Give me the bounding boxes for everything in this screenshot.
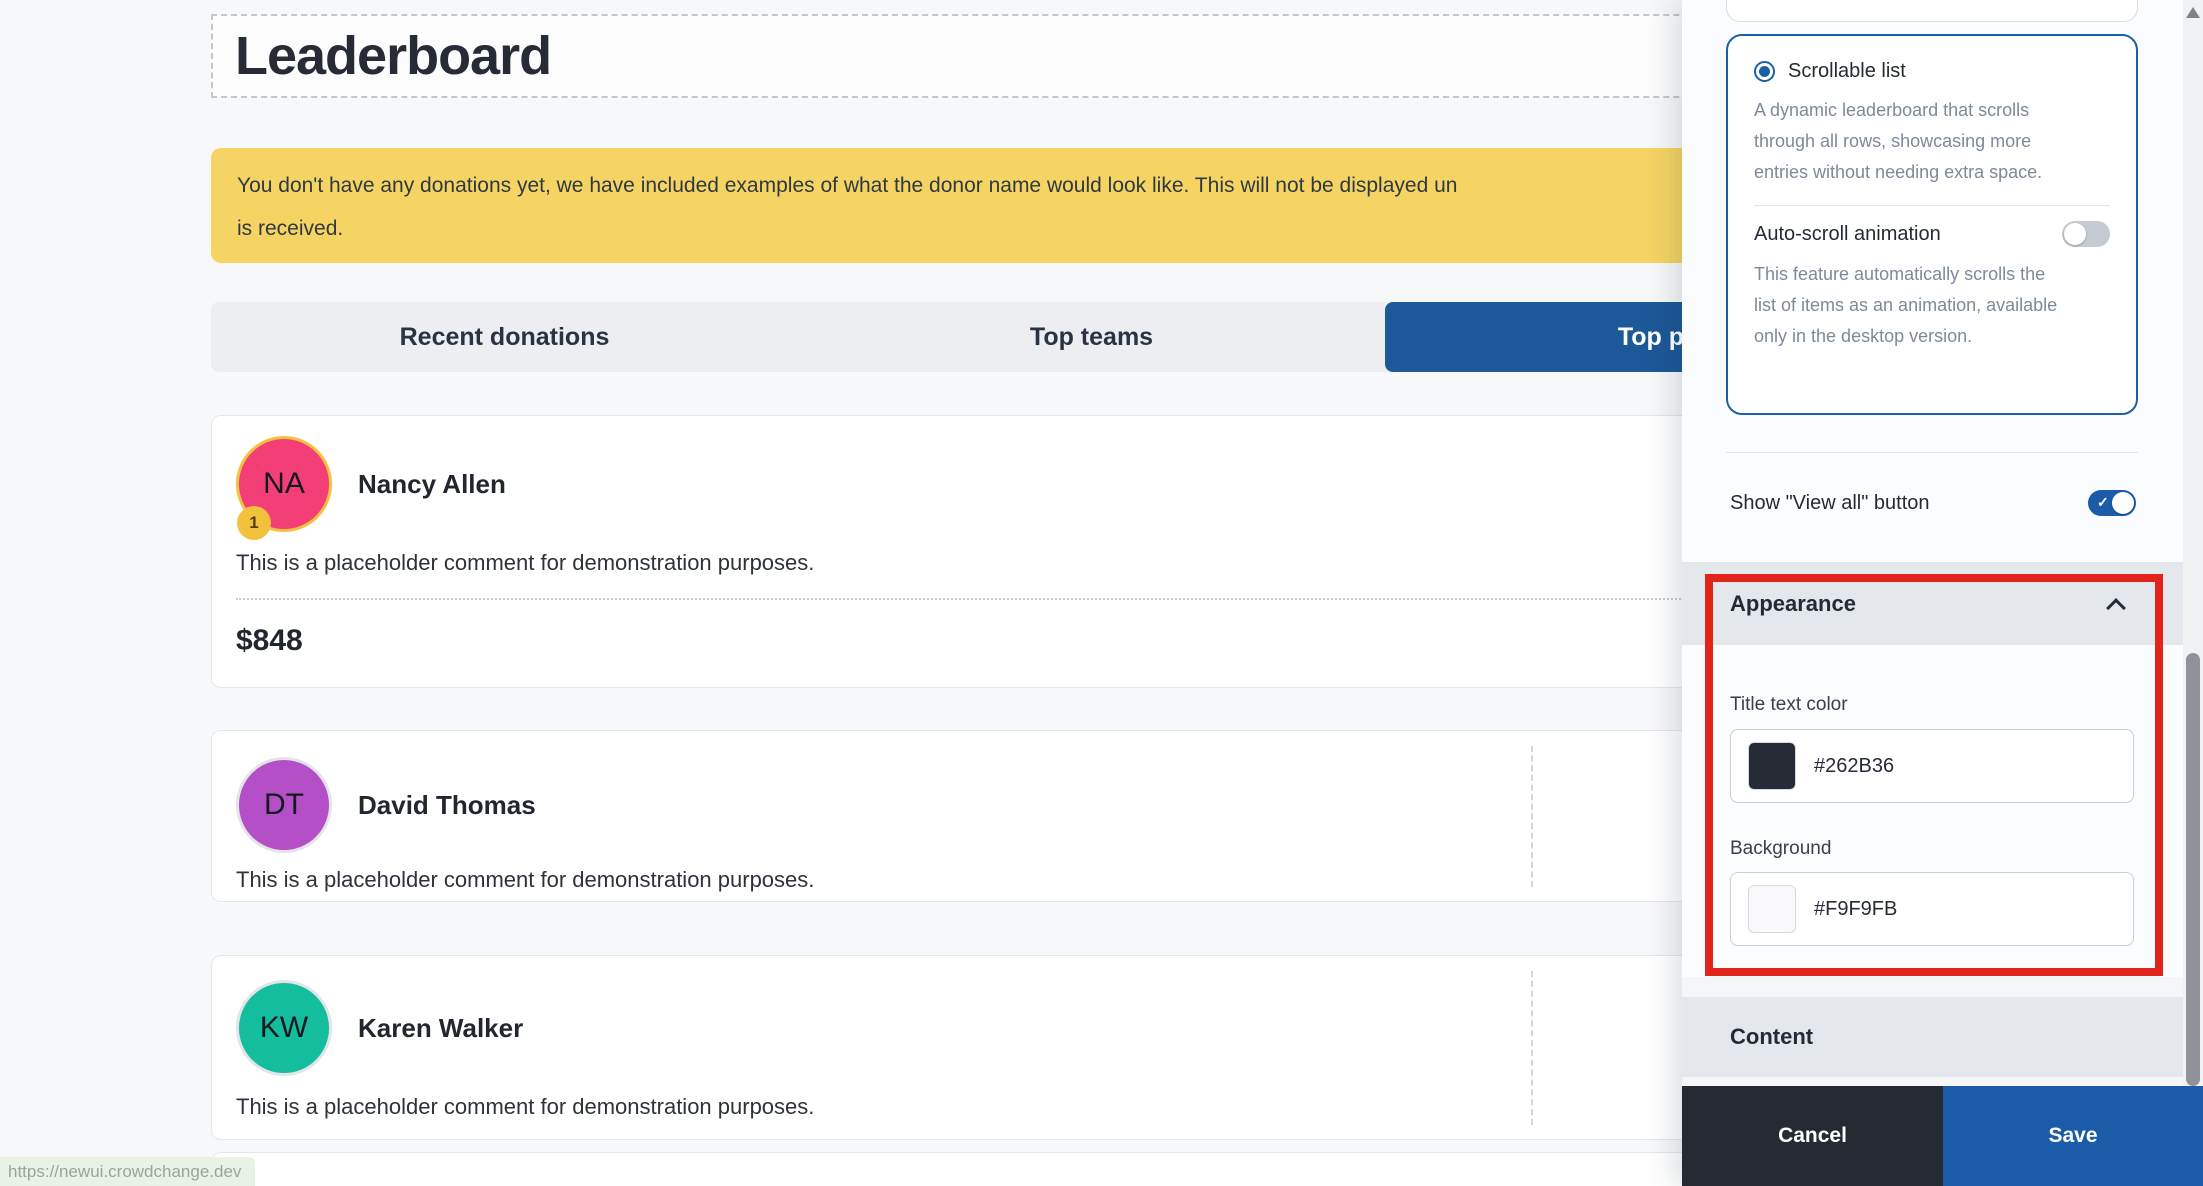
scroll-up-arrow-icon[interactable] — [2186, 7, 2200, 18]
tab-label: Top p — [1618, 323, 1684, 352]
toggle-knob — [2112, 492, 2134, 514]
previous-option-card-partial[interactable] — [1726, 0, 2138, 22]
browser-status-url: https://newui.crowdchange.dev — [0, 1157, 255, 1186]
color-swatch[interactable] — [1748, 885, 1796, 933]
avatar: DT — [236, 757, 332, 853]
avatar-initials: NA — [263, 467, 305, 501]
panel-footer: Cancel Save — [1682, 1086, 2203, 1186]
toggle-knob — [2064, 223, 2086, 245]
dashed-column-divider — [1531, 746, 1533, 887]
donor-name: Karen Walker — [358, 1013, 523, 1044]
color-value: #262B36 — [1814, 755, 1894, 778]
field-label: Title text color — [1730, 694, 1848, 716]
tab-top-teams[interactable]: Top teams — [798, 302, 1385, 372]
rank-badge: 1 — [237, 506, 271, 540]
field-label: Background — [1730, 838, 1831, 860]
avatar: KW — [236, 980, 332, 1076]
option-label: Scrollable list — [1788, 60, 1906, 83]
section-title: Appearance — [1730, 591, 2109, 617]
section-appearance[interactable]: Appearance — [1682, 562, 2183, 645]
tab-recent-donations[interactable]: Recent donations — [211, 302, 798, 372]
settings-panel: Scrollable list A dynamic leaderboard th… — [1682, 0, 2203, 1186]
dashed-column-divider — [1531, 971, 1533, 1125]
donor-name: Nancy Allen — [358, 469, 506, 500]
radio-scrollable-list[interactable] — [1754, 61, 1775, 82]
color-value: #F9F9FB — [1814, 898, 1897, 921]
tab-label: Recent donations — [400, 323, 610, 352]
donor-name: David Thomas — [358, 790, 536, 821]
scrollbar-thumb[interactable] — [2186, 653, 2200, 1086]
section-gap — [1682, 977, 2183, 997]
rank-number: 1 — [249, 513, 258, 533]
chevron-up-icon — [2106, 598, 2126, 618]
color-swatch[interactable] — [1748, 742, 1796, 790]
avatar-initials: KW — [260, 1011, 308, 1045]
autoscroll-toggle[interactable]: ✓ — [2062, 221, 2110, 247]
check-icon: ✓ — [2097, 494, 2109, 511]
section-gap — [1682, 1077, 2183, 1086]
view-all-setting-row: Show "View all" button ✓ — [1730, 478, 2136, 528]
save-button[interactable]: Save — [1943, 1086, 2203, 1186]
section-title: Content — [1730, 1024, 2123, 1050]
avatar-initials: DT — [264, 788, 304, 822]
cancel-button[interactable]: Cancel — [1682, 1086, 1943, 1186]
section-content[interactable]: Content — [1682, 997, 2183, 1077]
title-color-input[interactable]: #262B36 — [1730, 729, 2134, 803]
autoscroll-description: This feature automatically scrolls the l… — [1754, 259, 2059, 352]
background-color-input[interactable]: #F9F9FB — [1730, 872, 2134, 946]
option-description: A dynamic leaderboard that scrolls throu… — [1754, 95, 2059, 188]
scrollbar[interactable] — [2183, 0, 2203, 1086]
tab-label: Top teams — [1030, 323, 1153, 352]
divider — [1726, 452, 2138, 453]
leaderboard-editor-screen: Leaderboard You don't have any donations… — [0, 0, 2203, 1186]
page-title: Leaderboard — [235, 25, 551, 87]
divider — [1754, 205, 2110, 206]
view-all-toggle[interactable]: ✓ — [2088, 490, 2136, 516]
view-all-label: Show "View all" button — [1730, 492, 1930, 515]
scrollable-list-option-card[interactable]: Scrollable list A dynamic leaderboard th… — [1726, 34, 2138, 415]
autoscroll-label: Auto-scroll animation — [1754, 223, 1941, 246]
